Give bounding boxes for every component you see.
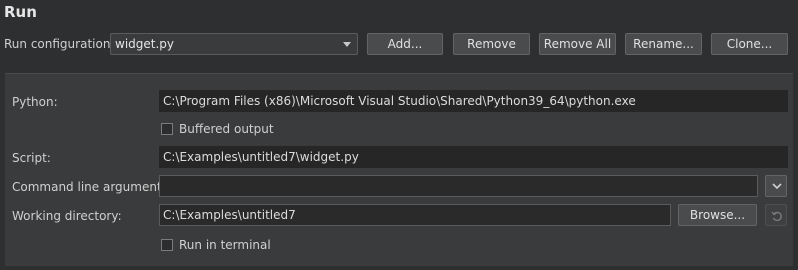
script-path-field[interactable]: C:\Examples\untitled7\widget.py [159, 146, 788, 168]
page-title: Run [4, 3, 37, 21]
python-label: Python: [12, 95, 58, 109]
remove-all-button[interactable]: Remove All [539, 33, 616, 55]
working-directory-label: Working directory: [12, 209, 122, 223]
remove-button[interactable]: Remove [453, 33, 530, 55]
run-configuration-value: widget.py [115, 37, 175, 51]
run-in-terminal-checkbox[interactable] [161, 239, 173, 251]
add-button[interactable]: Add... [367, 33, 443, 55]
script-label: Script: [12, 151, 51, 165]
run-configuration-combobox[interactable]: widget.py [110, 33, 358, 55]
chevron-down-icon [772, 183, 782, 190]
arguments-history-button[interactable] [765, 175, 787, 197]
buffered-output-label: Buffered output [179, 122, 274, 136]
run-configuration-label: Run configuration: [4, 37, 115, 51]
rename-button[interactable]: Rename... [625, 33, 702, 55]
undo-icon [771, 211, 782, 222]
command-line-arguments-label: Command line arguments: [12, 180, 172, 194]
run-in-terminal-label: Run in terminal [179, 238, 271, 252]
reset-working-directory-button[interactable] [765, 204, 787, 226]
python-path-field[interactable]: C:\Program Files (x86)\Microsoft Visual … [159, 90, 788, 112]
dropdown-arrow-icon [343, 42, 351, 47]
working-directory-field[interactable]: C:\Examples\untitled7 [159, 204, 671, 226]
browse-button[interactable]: Browse... [678, 204, 757, 226]
buffered-output-checkbox[interactable] [161, 123, 173, 135]
clone-button[interactable]: Clone... [711, 33, 788, 55]
command-line-arguments-field[interactable] [159, 175, 758, 197]
